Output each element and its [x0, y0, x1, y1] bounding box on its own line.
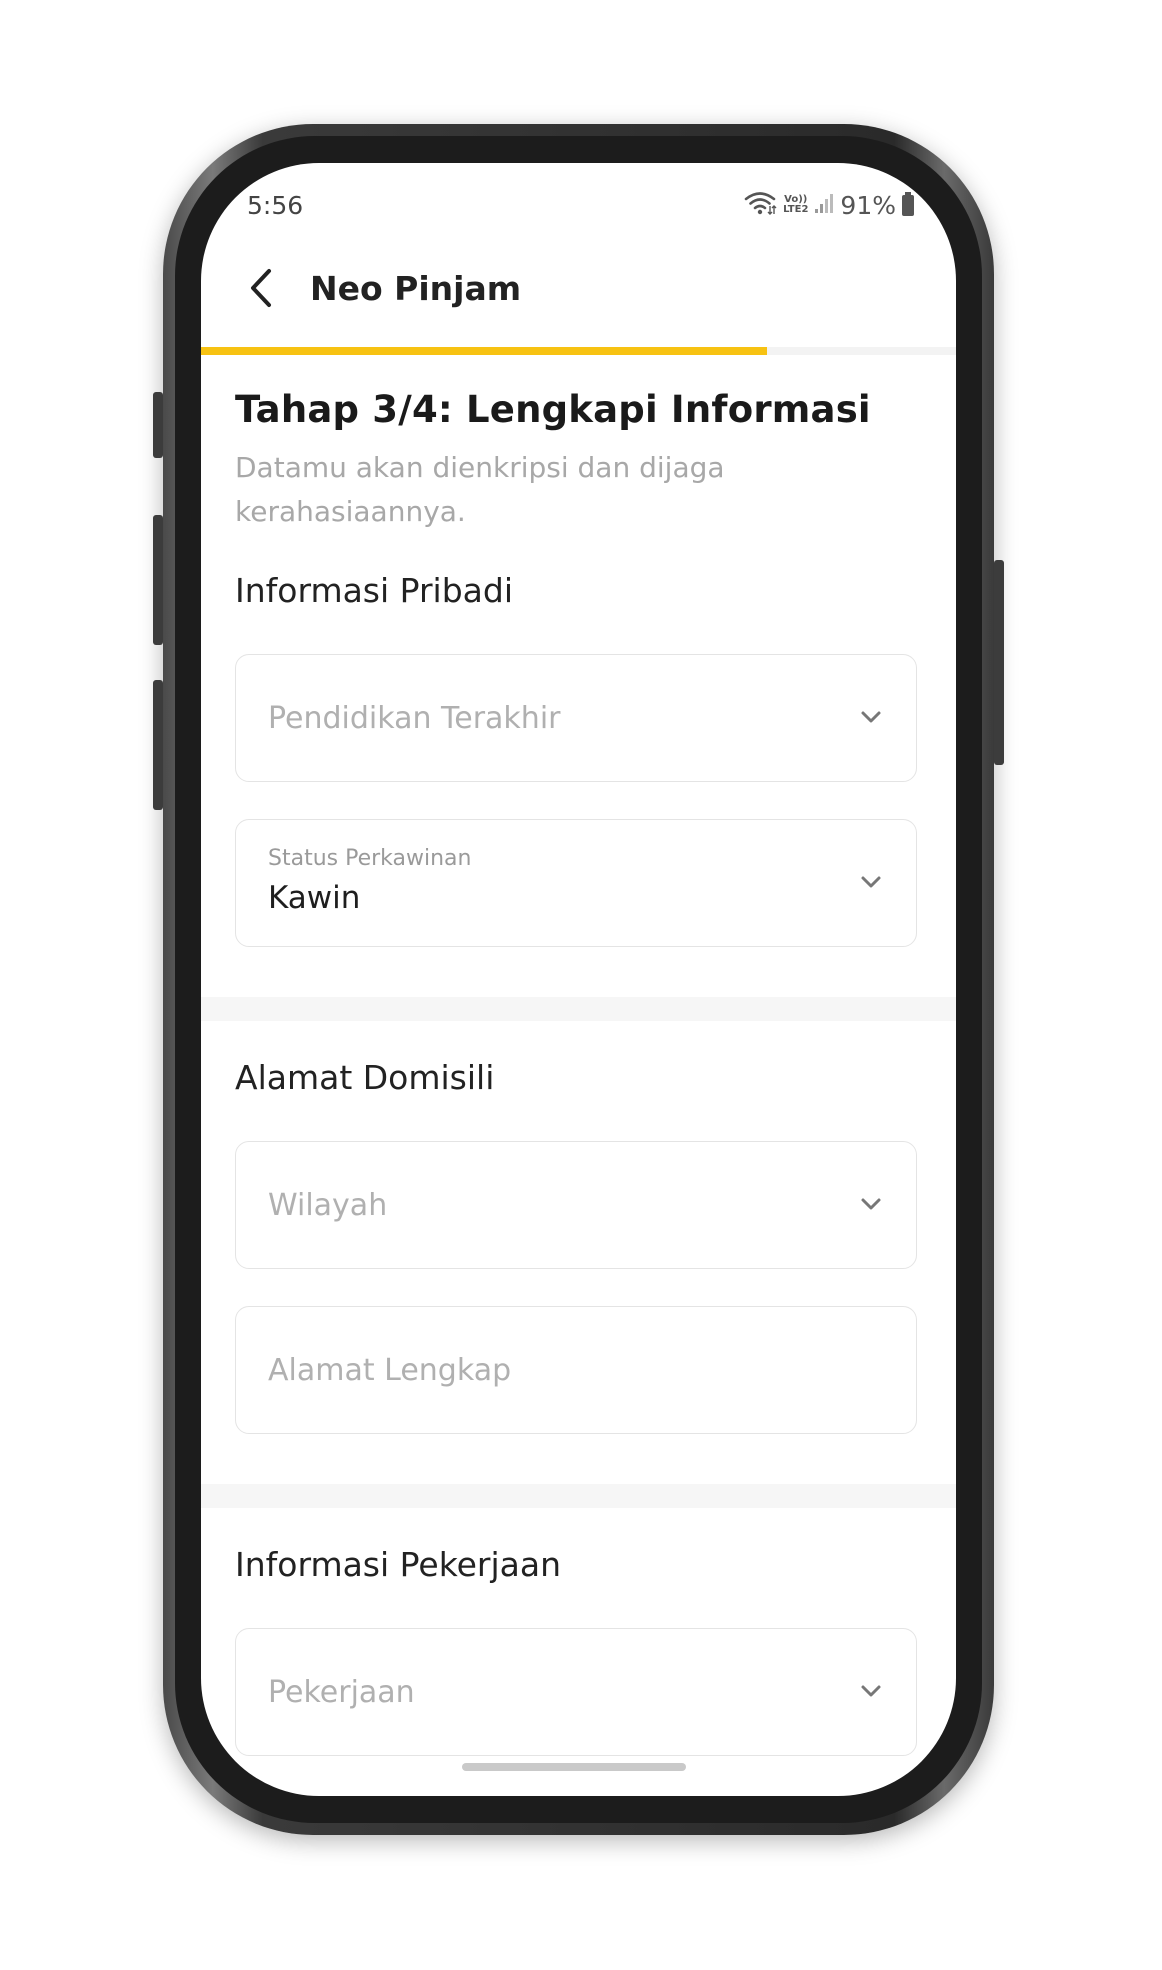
- progress-bar: [201, 347, 956, 355]
- wifi-icon: [743, 190, 777, 220]
- section-divider: [201, 997, 956, 1021]
- marital-status-dropdown[interactable]: Status Perkawinan Kawin: [235, 819, 917, 947]
- chevron-down-icon: [861, 876, 881, 888]
- network-indicator: Vo)) LTE2: [783, 195, 808, 215]
- job-dropdown[interactable]: Pekerjaan: [235, 1628, 917, 1756]
- chevron-left-icon: [251, 269, 271, 307]
- bixby-button: [153, 680, 163, 810]
- signal-icon: [814, 192, 834, 218]
- region-dropdown[interactable]: Wilayah: [235, 1141, 917, 1269]
- volume-down-button: [153, 515, 163, 645]
- section-title-address: Alamat Domisili: [235, 1058, 495, 1097]
- chevron-down-icon: [861, 711, 881, 723]
- education-dropdown[interactable]: Pendidikan Terakhir: [235, 654, 917, 782]
- education-placeholder: Pendidikan Terakhir: [268, 701, 561, 736]
- full-address-input[interactable]: Alamat Lengkap: [235, 1306, 917, 1434]
- power-button: [994, 560, 1004, 765]
- marital-status-value: Kawin: [268, 880, 361, 916]
- battery-icon: [902, 191, 914, 216]
- section-title-personal: Informasi Pribadi: [235, 571, 514, 610]
- chevron-down-icon: [861, 1685, 881, 1697]
- status-time: 5:56: [247, 191, 304, 220]
- section-title-job: Informasi Pekerjaan: [235, 1545, 562, 1584]
- chevron-down-icon: [861, 1198, 881, 1210]
- phone-screen: 5:56 Vo)) LTE2 91% Neo Pinjam Tahap 3/4:…: [201, 163, 956, 1796]
- battery-percentage: 91%: [840, 190, 896, 220]
- network-lte-label: LTE2: [783, 204, 809, 215]
- section-divider: [201, 1484, 956, 1508]
- volume-up-button: [153, 392, 163, 458]
- progress-fill: [201, 347, 768, 355]
- step-subtitle: Datamu akan dienkripsi dan dijaga keraha…: [235, 451, 725, 528]
- home-indicator[interactable]: [462, 1763, 686, 1771]
- step-title: Tahap 3/4: Lengkapi Informasi: [235, 388, 871, 431]
- back-button[interactable]: [243, 263, 283, 313]
- status-icons: Vo)) LTE2 91%: [743, 190, 914, 220]
- app-header: Neo Pinjam: [201, 235, 956, 345]
- full-address-placeholder: Alamat Lengkap: [268, 1353, 512, 1388]
- region-placeholder: Wilayah: [268, 1188, 388, 1223]
- status-bar: 5:56 Vo)) LTE2 91%: [201, 163, 956, 235]
- app-title: Neo Pinjam: [310, 269, 522, 308]
- marital-status-label: Status Perkawinan: [268, 846, 472, 871]
- job-placeholder: Pekerjaan: [268, 1675, 415, 1710]
